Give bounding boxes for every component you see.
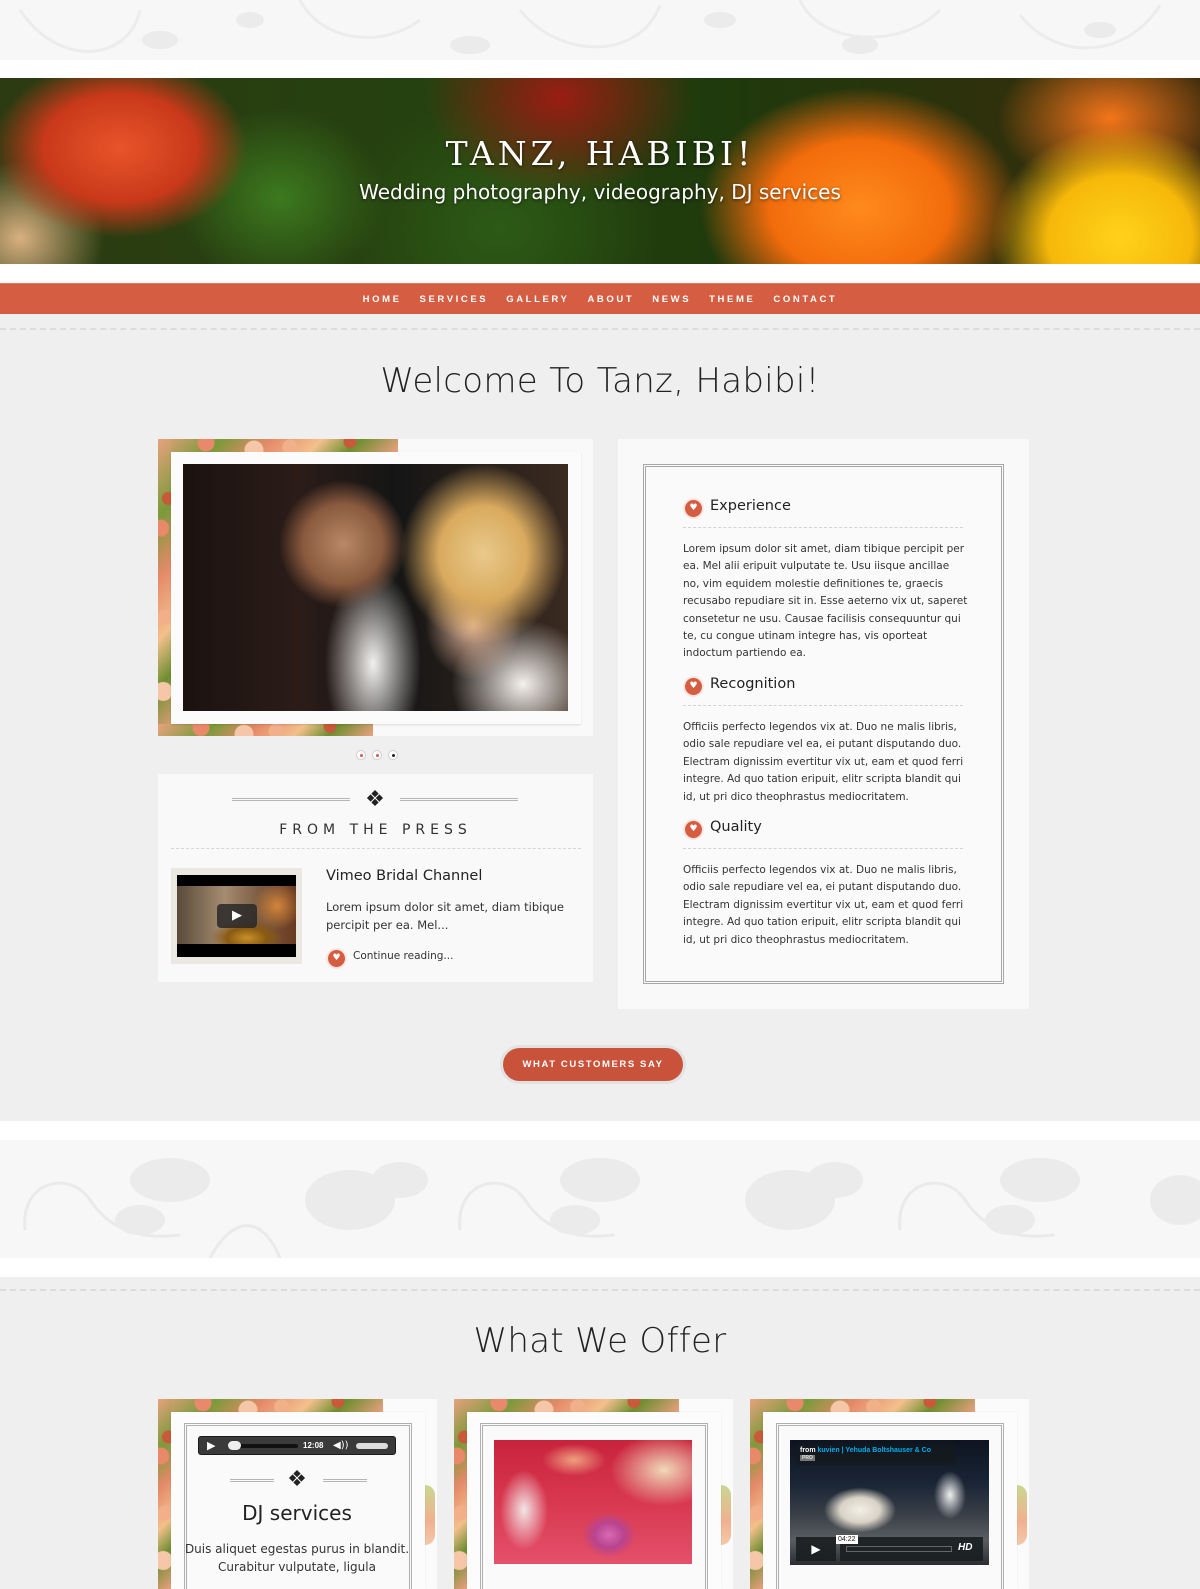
video-from-label: from: [800, 1447, 816, 1454]
feature-body-quality: Officiis perfecto legendos vix at. Duo n…: [683, 864, 964, 946]
floral-frame-decoration: [158, 724, 373, 736]
feature-divider: [683, 848, 963, 849]
welcome-title: Welcome To Tanz, Habibi!: [380, 361, 820, 401]
feature-heading-experience: Experience: [710, 498, 791, 514]
nav-home[interactable]: HOME: [363, 294, 402, 305]
floral-frame-decoration: [454, 1399, 679, 1412]
floral-frame-decoration: [158, 439, 171, 736]
pro-badge: PRO: [800, 1455, 815, 1461]
site-tagline: Wedding photography, videography, DJ ser…: [0, 180, 1200, 204]
ornament-line-left: [232, 798, 350, 801]
floral-frame-decoration: [158, 1399, 383, 1412]
continue-reading-link[interactable]: Continue reading...: [353, 950, 453, 962]
video-control-bar: HD: [840, 1537, 983, 1561]
site-title: TANZ, HABIBI!: [445, 134, 755, 173]
nav-about[interactable]: ABOUT: [587, 294, 634, 305]
floral-frame-decoration: [425, 1485, 435, 1545]
offer-card-text: Duis aliquet egestas purus in blandit. C…: [184, 1542, 410, 1574]
tagline-highlight: DJ services: [731, 180, 841, 204]
vimeo-video-player[interactable]: from kuvien | Yehuda Boltshauser & Co PR…: [790, 1440, 989, 1565]
divider-strip: [0, 1121, 1200, 1140]
heart-icon: [685, 678, 702, 695]
slider-pagination: [356, 750, 398, 760]
video-progress-bar[interactable]: [846, 1546, 952, 1552]
nav-contact[interactable]: CONTACT: [773, 294, 837, 305]
tagline-main: Wedding photography, videography,: [359, 180, 732, 204]
heart-icon: [328, 950, 345, 967]
ornament-icon: ❖: [365, 787, 385, 812]
slider-dot-2[interactable]: [372, 750, 382, 760]
hero-banner: TANZ, HABIBI! Wedding photography, video…: [0, 78, 1200, 264]
feature-body-experience: Lorem ipsum dolor sit amet, diam tibique…: [683, 543, 968, 660]
video-credit: from kuvien | Yehuda Boltshauser & Co PR…: [796, 1445, 956, 1465]
press-headline[interactable]: Vimeo Bridal Channel: [326, 868, 482, 884]
press-divider: [171, 848, 581, 849]
heart-icon: [685, 500, 702, 517]
video-time: 04:22: [836, 1535, 858, 1544]
ornament-line-right: [400, 798, 518, 801]
volume-icon[interactable]: ◀)): [333, 1437, 349, 1455]
play-icon[interactable]: ▶: [796, 1537, 836, 1561]
feature-heading-quality: Quality: [710, 819, 762, 835]
audio-player: ▶ 12:08 ◀)): [198, 1436, 396, 1455]
nav-news[interactable]: NEWS: [652, 294, 691, 305]
play-icon[interactable]: ▶: [217, 904, 257, 928]
nav-theme[interactable]: THEME: [709, 294, 755, 305]
floral-frame-decoration: [158, 439, 398, 452]
audio-time: 12:08: [303, 1441, 324, 1450]
section-divider: [0, 1289, 1200, 1291]
video-author-link[interactable]: kuvien | Yehuda Boltshauser & Co: [818, 1447, 931, 1454]
feature-heading-recognition: Recognition: [710, 676, 796, 692]
feature-divider: [683, 705, 963, 706]
offer-card-image[interactable]: [494, 1440, 692, 1564]
decorative-floral-band-middle: [0, 1140, 1200, 1258]
hd-toggle[interactable]: HD: [958, 1542, 972, 1553]
feature-divider: [683, 527, 963, 528]
floral-frame-decoration: [454, 1399, 467, 1589]
audio-progress-handle[interactable]: [228, 1441, 241, 1450]
divider-strip: [0, 60, 1200, 78]
press-excerpt: Lorem ipsum dolor sit amet, diam tibique…: [326, 900, 564, 932]
nav-gallery[interactable]: GALLERY: [506, 294, 569, 305]
main-navigation: HOME SERVICES GALLERY ABOUT NEWS THEME C…: [0, 283, 1200, 314]
decorative-floral-band-top: [0, 0, 1200, 60]
press-title: FROM THE PRESS: [279, 822, 472, 838]
ornament-line-right: [323, 1479, 367, 1482]
divider-strip: [0, 264, 1200, 283]
slider-image[interactable]: [183, 464, 568, 711]
floral-frame-decoration: [750, 1399, 975, 1412]
audio-play-icon[interactable]: ▶: [207, 1437, 215, 1455]
floral-frame-decoration: [750, 1399, 763, 1589]
ornament-line-left: [230, 1479, 274, 1482]
floral-frame-decoration: [1017, 1485, 1027, 1545]
floral-frame-decoration: [721, 1485, 731, 1545]
heart-icon: [685, 821, 702, 838]
section-divider: [0, 328, 1200, 330]
video-thumbnail[interactable]: ▶: [177, 875, 296, 957]
divider-strip: [0, 1258, 1200, 1277]
volume-slider[interactable]: [356, 1443, 388, 1449]
nav-services[interactable]: SERVICES: [420, 294, 489, 305]
slider-dot-3-active[interactable]: [388, 750, 398, 760]
offer-title: What We Offer: [473, 1321, 727, 1361]
feature-body-recognition: Officiis perfecto legendos vix at. Duo n…: [683, 721, 964, 803]
offer-card-title: DJ services: [242, 1501, 352, 1525]
what-customers-say-button[interactable]: WHAT CUSTOMERS SAY: [503, 1048, 683, 1081]
slider-dot-1[interactable]: [356, 750, 366, 760]
ornament-icon: ❖: [287, 1467, 307, 1492]
